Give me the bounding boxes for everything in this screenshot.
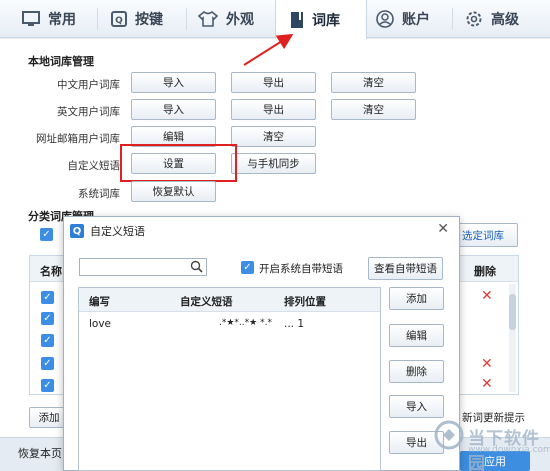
view-builtin-button[interactable]: 查看自带短语 [368, 257, 443, 280]
arrow-to-dictionary-tab [243, 33, 294, 66]
edit-phrase-button[interactable]: 编辑 [389, 324, 444, 347]
col-phrase: 自定义短语 [180, 296, 233, 308]
watermark: 当下软件园 www.downxia.com [430, 416, 550, 471]
phrase-text: .*★*..*★ *.* [219, 318, 272, 328]
watermark-logo-icon [434, 420, 464, 450]
system-phrase-checkbox[interactable]: ✓ [241, 261, 254, 274]
dialog-titlebar: Q 自定义短语 ✕ [64, 217, 459, 245]
phrase-code: love [89, 318, 112, 330]
import-phrase-button[interactable]: 导入 [389, 395, 444, 418]
delete-phrase-button[interactable]: 删除 [389, 360, 444, 383]
app-logo-icon: Q [70, 224, 84, 238]
dialog-title: 自定义短语 [90, 225, 145, 238]
settings-window: 常用 Q 按键 外观 词库 账户 高级 本地词库管理 中文用户词库 导入 导出 … [0, 0, 550, 471]
add-phrase-button[interactable]: 添加 [389, 287, 444, 310]
col-position: 排列位置 [284, 296, 326, 308]
phrase-position: ... 1 [284, 318, 305, 330]
close-icon[interactable]: ✕ [437, 221, 449, 237]
search-icon [190, 260, 203, 273]
watermark-url: www.downxia.com [468, 445, 550, 455]
col-code: 编写 [89, 296, 110, 308]
custom-phrase-dialog: Q 自定义短语 ✕ ✓ 开启系统自带短语 查看自带短语 编写 自定义短语 排列位… [63, 216, 460, 471]
phrase-list: 编写 自定义短语 排列位置 love .*★*..*★ *.* ... 1 [78, 287, 381, 471]
system-phrase-label: 开启系统自带短语 [259, 263, 343, 275]
phrase-search-input[interactable] [79, 258, 207, 276]
